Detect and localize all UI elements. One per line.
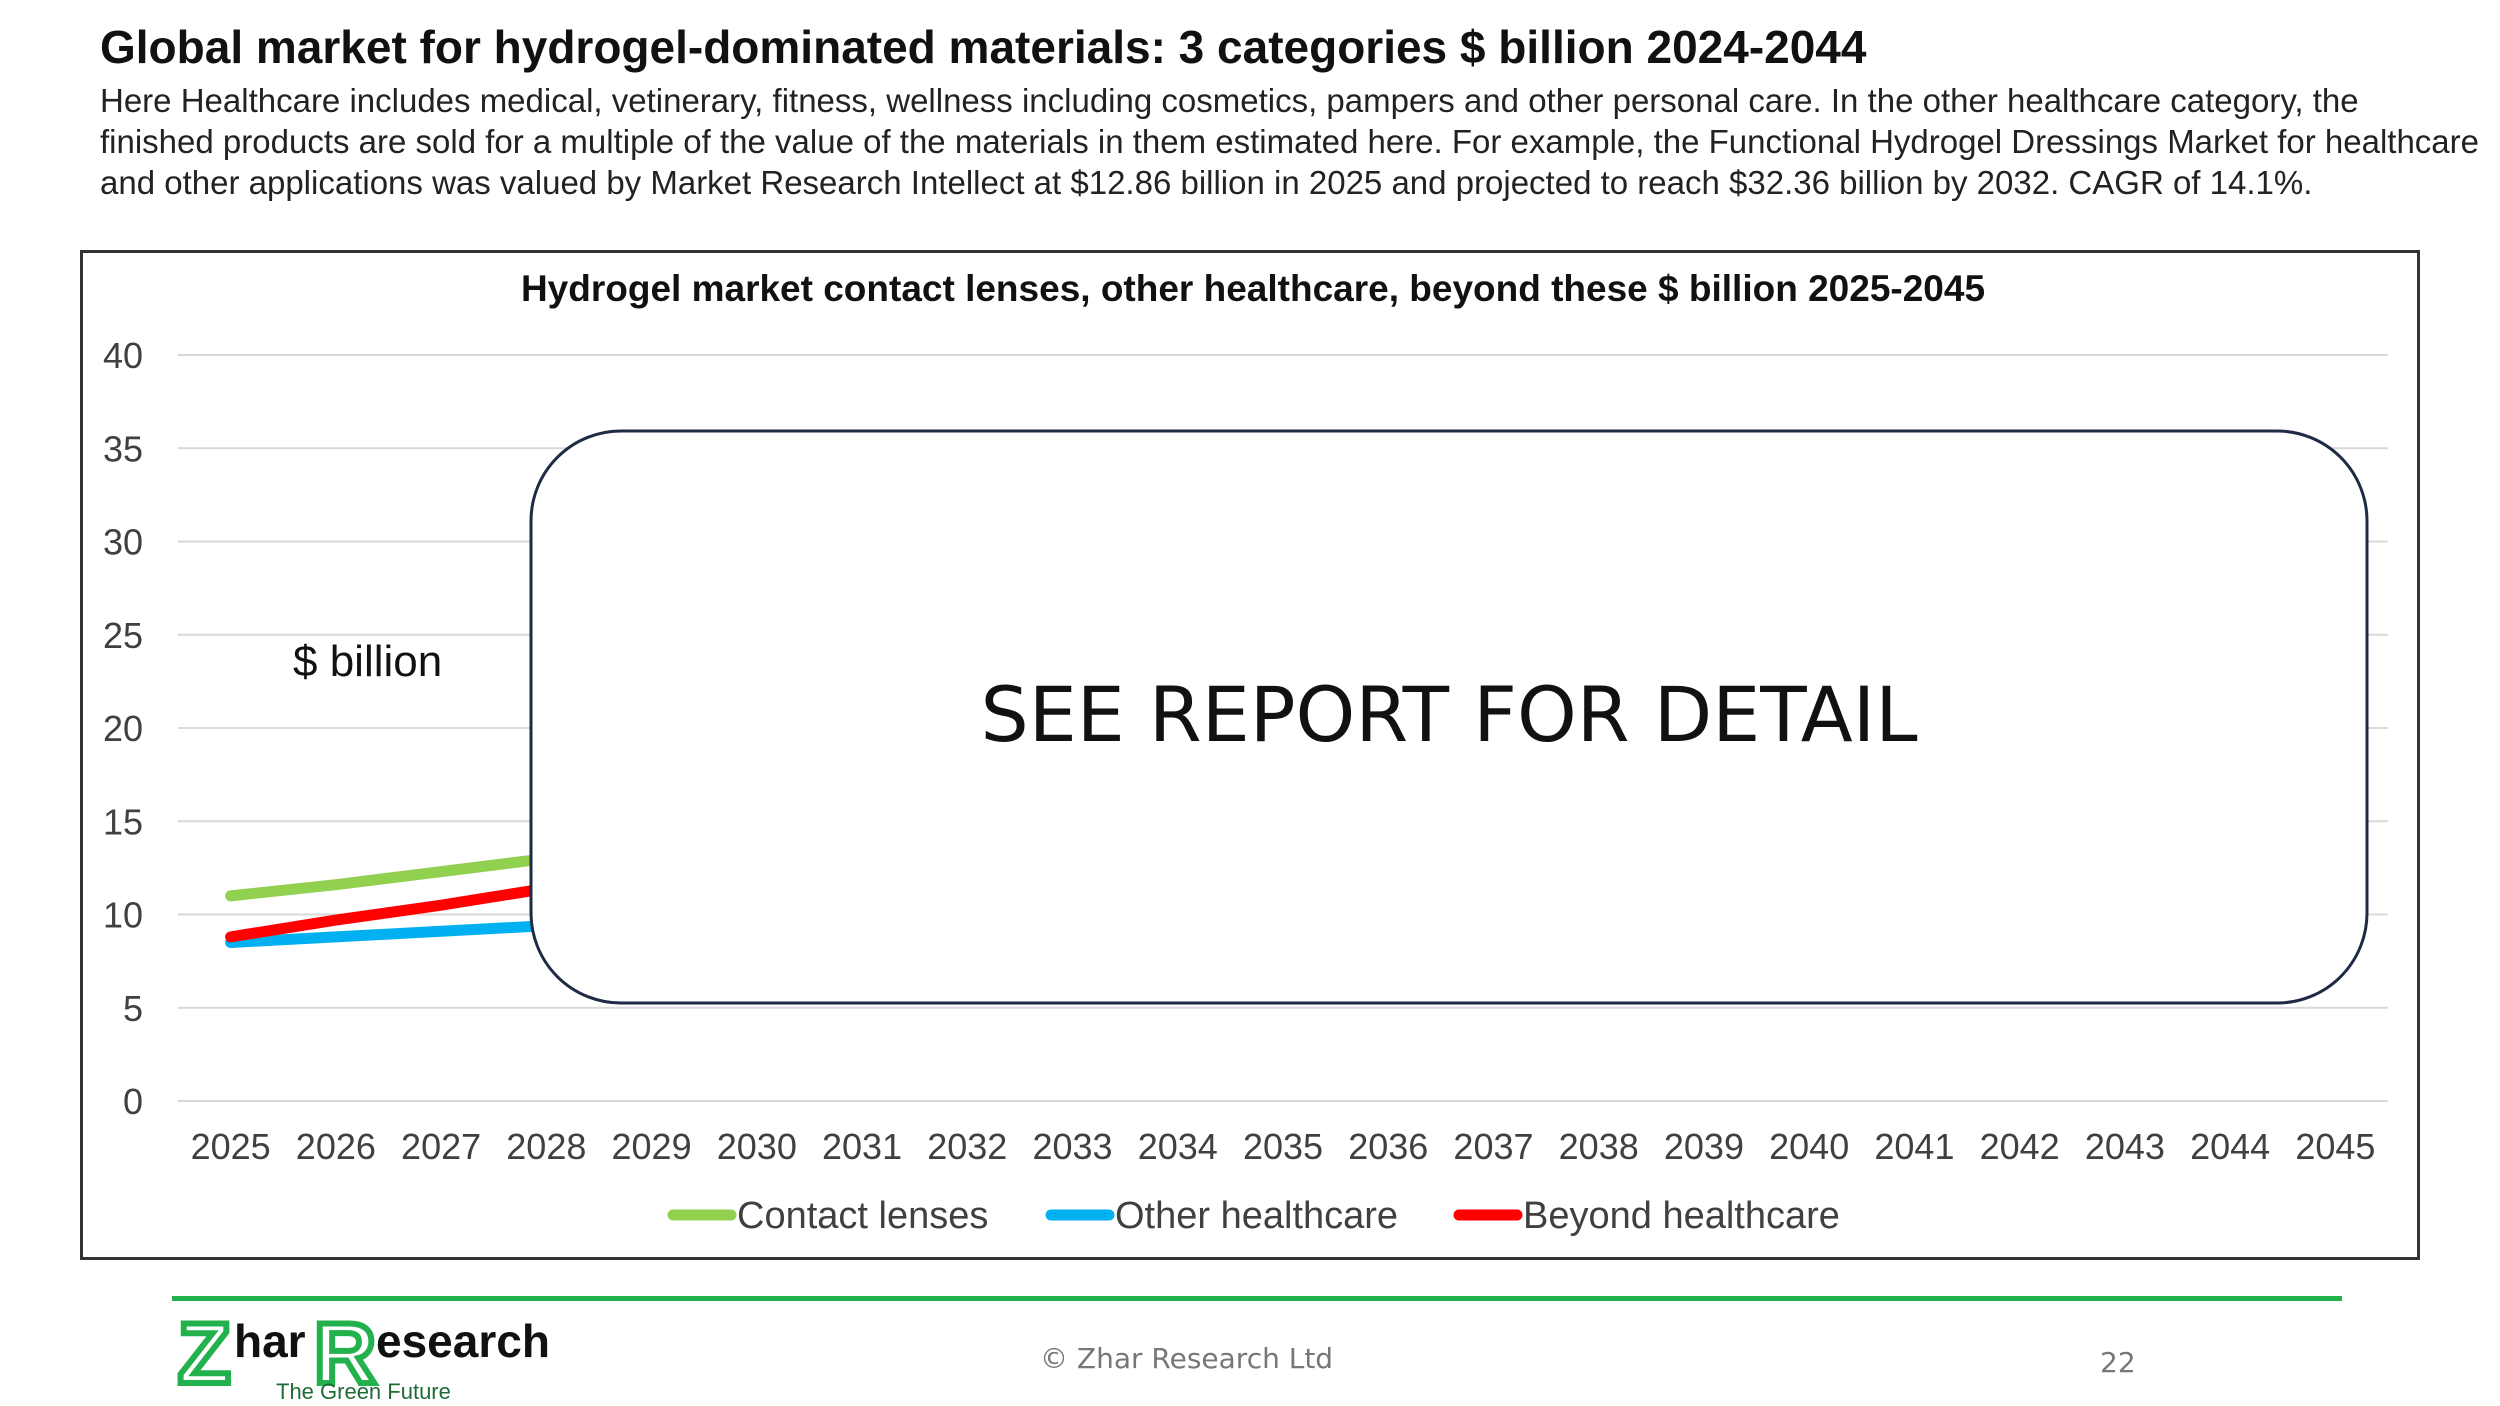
x-tick-label: 2028 xyxy=(506,1126,586,1167)
x-tick-label: 2032 xyxy=(927,1126,1007,1167)
y-tick-label: 10 xyxy=(103,895,143,936)
series-lines xyxy=(225,853,552,948)
x-tick-label: 2043 xyxy=(2085,1126,2165,1167)
y-tick-label: 15 xyxy=(103,801,143,842)
y-axis-ticks: 0 5 10 15 20 25 30 35 40 xyxy=(103,335,143,1122)
x-tick-label: 2033 xyxy=(1032,1126,1112,1167)
chart-title: Hydrogel market contact lenses, other he… xyxy=(521,268,1985,309)
slide-description: Here Healthcare includes medical, vetine… xyxy=(100,82,2479,201)
x-tick-label: 2026 xyxy=(296,1126,376,1167)
report-overlay-text: SEE REPORT FOR DETAIL xyxy=(980,670,1917,759)
logo-tagline: The Green Future xyxy=(276,1379,451,1404)
line-chart: Hydrogel market contact lenses, other he… xyxy=(103,268,2388,1237)
y-tick-label: 5 xyxy=(123,988,143,1029)
zhar-research-logo: Z har R esearch The Green Future xyxy=(176,1305,550,1405)
y-tick-label: 40 xyxy=(103,335,143,376)
x-tick-label: 2035 xyxy=(1243,1126,1323,1167)
x-tick-label: 2039 xyxy=(1664,1126,1744,1167)
slide-title: Global market for hydrogel-dominated mat… xyxy=(100,21,1867,73)
y-axis-label: $ billion xyxy=(293,637,442,686)
logo-letter-z: Z xyxy=(178,1306,231,1402)
legend-label: Other healthcare xyxy=(1115,1195,1398,1237)
chart-legend: Contact lenses Other healthcare Beyond hea… xyxy=(667,1195,1840,1237)
x-tick-label: 2038 xyxy=(1559,1126,1639,1167)
logo-text-har: har xyxy=(234,1315,306,1367)
y-tick-label: 0 xyxy=(123,1081,143,1122)
y-tick-label: 30 xyxy=(103,522,143,563)
x-tick-label: 2029 xyxy=(612,1126,692,1167)
x-tick-label: 2045 xyxy=(2295,1126,2375,1167)
x-tick-label: 2037 xyxy=(1453,1126,1533,1167)
page-number: 22 xyxy=(2100,1346,2136,1379)
x-axis-ticks: 2025 2026 2027 2028 2029 2030 2031 2032 2033 2034… xyxy=(191,1126,2376,1167)
y-tick-label: 25 xyxy=(103,615,143,656)
x-tick-label: 2044 xyxy=(2190,1126,2270,1167)
series-line xyxy=(225,853,552,902)
copyright-notice: © Zhar Research Ltd xyxy=(1040,1342,1334,1375)
x-tick-label: 2031 xyxy=(822,1126,902,1167)
x-tick-label: 2036 xyxy=(1348,1126,1428,1167)
x-tick-label: 2027 xyxy=(401,1126,481,1167)
y-tick-label: 20 xyxy=(103,708,143,749)
y-tick-label: 35 xyxy=(103,428,143,469)
x-tick-label: 2040 xyxy=(1769,1126,1849,1167)
footer-divider xyxy=(172,1296,2342,1301)
chart-frame: Hydrogel market contact lenses, other he… xyxy=(80,250,2420,1260)
legend-label: Beyond healthcare xyxy=(1523,1195,1840,1237)
x-tick-label: 2034 xyxy=(1138,1126,1218,1167)
logo-text-esearch: esearch xyxy=(376,1315,550,1367)
x-tick-label: 2042 xyxy=(1980,1126,2060,1167)
x-tick-label: 2030 xyxy=(717,1126,797,1167)
legend-label: Contact lenses xyxy=(737,1195,988,1237)
x-tick-label: 2041 xyxy=(1874,1126,1954,1167)
x-tick-label: 2025 xyxy=(191,1126,271,1167)
